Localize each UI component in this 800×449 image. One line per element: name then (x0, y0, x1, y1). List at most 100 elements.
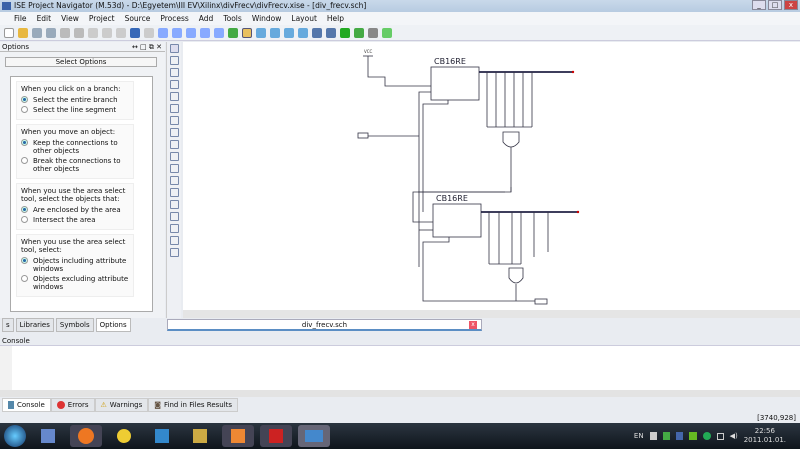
add-io-marker-icon[interactable] (169, 116, 179, 125)
help-icon[interactable] (326, 27, 336, 38)
panel-3-icon[interactable] (284, 27, 294, 38)
tab-console[interactable]: Console (2, 398, 51, 412)
language-indicator[interactable]: EN (634, 432, 644, 440)
radio-option[interactable]: Intersect the area (21, 216, 129, 224)
remote-app-icon[interactable] (146, 425, 178, 447)
clock[interactable]: 22:56 2011.01.01. (744, 427, 786, 445)
volume-icon[interactable]: ◀) (730, 432, 738, 440)
radio-option[interactable]: Keep the connections to other objects (21, 139, 129, 155)
network-icon[interactable] (716, 432, 724, 440)
radio-button[interactable] (21, 206, 28, 213)
add-circle-icon[interactable] (169, 164, 179, 173)
panel-2-icon[interactable] (270, 27, 280, 38)
winamp-icon[interactable] (184, 425, 216, 447)
refresh-icon[interactable] (228, 27, 238, 38)
cut-icon[interactable] (74, 27, 84, 38)
redo-icon[interactable] (144, 27, 154, 38)
ise-icon[interactable] (298, 425, 330, 447)
select-area-icon[interactable] (169, 56, 179, 65)
menu-file[interactable]: File (14, 12, 27, 25)
zoom-out-icon[interactable] (172, 27, 182, 38)
counter-1[interactable]: CB16RE (430, 57, 480, 101)
panel-icon[interactable] (256, 27, 266, 38)
counter-2[interactable]: CB16RE (432, 194, 482, 238)
add-bus-tap-icon[interactable] (169, 104, 179, 113)
add-wire-icon[interactable] (169, 68, 179, 77)
pan-icon[interactable] (242, 27, 252, 38)
rename-icon[interactable] (169, 92, 179, 101)
horizontal-scrollbar[interactable] (183, 310, 800, 318)
undo-icon[interactable] (130, 27, 140, 38)
tray-icon[interactable] (675, 432, 683, 440)
tray-icon[interactable] (649, 432, 657, 440)
zoom-box-icon[interactable] (200, 27, 210, 38)
radio-button[interactable] (21, 216, 28, 223)
run-all-icon[interactable] (354, 27, 364, 38)
radio-option[interactable]: Objects including attribute windows (21, 257, 129, 273)
print-icon[interactable] (60, 27, 70, 38)
menu-view[interactable]: View (61, 12, 79, 25)
document-tab[interactable]: div_frecv.sch x (167, 319, 482, 331)
save-all-icon[interactable] (46, 27, 56, 38)
tab-warnings[interactable]: ⚠ Warnings (94, 398, 149, 412)
tab-options[interactable]: Options (95, 318, 131, 332)
vertical-scrollbar[interactable] (152, 82, 153, 308)
console-output[interactable] (0, 346, 800, 390)
tab-symbols[interactable]: Symbols (55, 318, 94, 332)
tab-design[interactable]: s (2, 318, 14, 332)
stop-icon[interactable] (368, 27, 378, 38)
close-button[interactable]: x (784, 0, 798, 10)
radio-option[interactable]: Select the line segment (21, 106, 129, 114)
radio-button[interactable] (21, 96, 28, 103)
tab-find-results[interactable]: ◙ Find in Files Results (148, 398, 239, 412)
zoom-full-icon[interactable] (186, 27, 196, 38)
add-text-icon[interactable] (169, 200, 179, 209)
menu-source[interactable]: Source (125, 12, 151, 25)
push-icon[interactable] (169, 248, 179, 257)
panel-controls[interactable]: ↔ □ ⧉ ✕ (132, 42, 162, 52)
check-icon[interactable] (169, 236, 179, 245)
maximize-button[interactable]: □ (768, 0, 782, 10)
radio-option[interactable]: Select the entire branch (21, 96, 129, 104)
add-attribute-icon[interactable] (169, 224, 179, 233)
paste-icon[interactable] (102, 27, 112, 38)
add-net-name-icon[interactable] (169, 80, 179, 89)
add-instance-icon[interactable] (169, 140, 179, 149)
tab-errors[interactable]: Errors (50, 398, 95, 412)
radio-option[interactable]: Objects excluding attribute windows (21, 275, 129, 291)
select-options-button[interactable]: Select Options (5, 57, 157, 67)
close-tab-icon[interactable]: x (469, 321, 477, 329)
add-line-icon[interactable] (169, 176, 179, 185)
save-app-icon[interactable] (32, 425, 64, 447)
menu-process[interactable]: Process (160, 12, 188, 25)
menu-edit[interactable]: Edit (37, 12, 52, 25)
save-icon[interactable] (32, 27, 42, 38)
menu-tools[interactable]: Tools (223, 12, 241, 25)
radio-button[interactable] (21, 139, 28, 146)
run-icon[interactable] (340, 27, 350, 38)
add-arc-icon[interactable] (169, 152, 179, 161)
zoom-select-icon[interactable] (214, 27, 224, 38)
copy-icon[interactable] (88, 27, 98, 38)
add-rect-icon[interactable] (169, 188, 179, 197)
schematic-canvas[interactable]: VCC CB16RE CB16RE (183, 42, 800, 310)
zoom-in-icon[interactable] (158, 27, 168, 38)
console-scrollbar[interactable] (0, 390, 800, 397)
tray-icon[interactable] (688, 432, 697, 440)
media-player-icon[interactable] (222, 425, 254, 447)
add-symbol-icon[interactable] (169, 128, 179, 137)
acrobat-icon[interactable] (260, 425, 292, 447)
radio-button[interactable] (21, 157, 28, 164)
radio-button[interactable] (21, 257, 28, 264)
radio-option[interactable]: Break the connections to other objects (21, 157, 129, 173)
tray-icon[interactable] (662, 432, 670, 440)
radio-button[interactable] (21, 275, 28, 282)
wrench-icon[interactable] (312, 27, 322, 38)
lightbulb-icon[interactable] (382, 27, 392, 38)
utorrent-icon[interactable] (702, 432, 711, 440)
select-tool-icon[interactable] (169, 44, 179, 53)
open-icon[interactable] (18, 27, 28, 38)
menu-window[interactable]: Window (252, 12, 282, 25)
yahoo-messenger-icon[interactable] (108, 425, 140, 447)
new-icon[interactable] (4, 27, 14, 38)
